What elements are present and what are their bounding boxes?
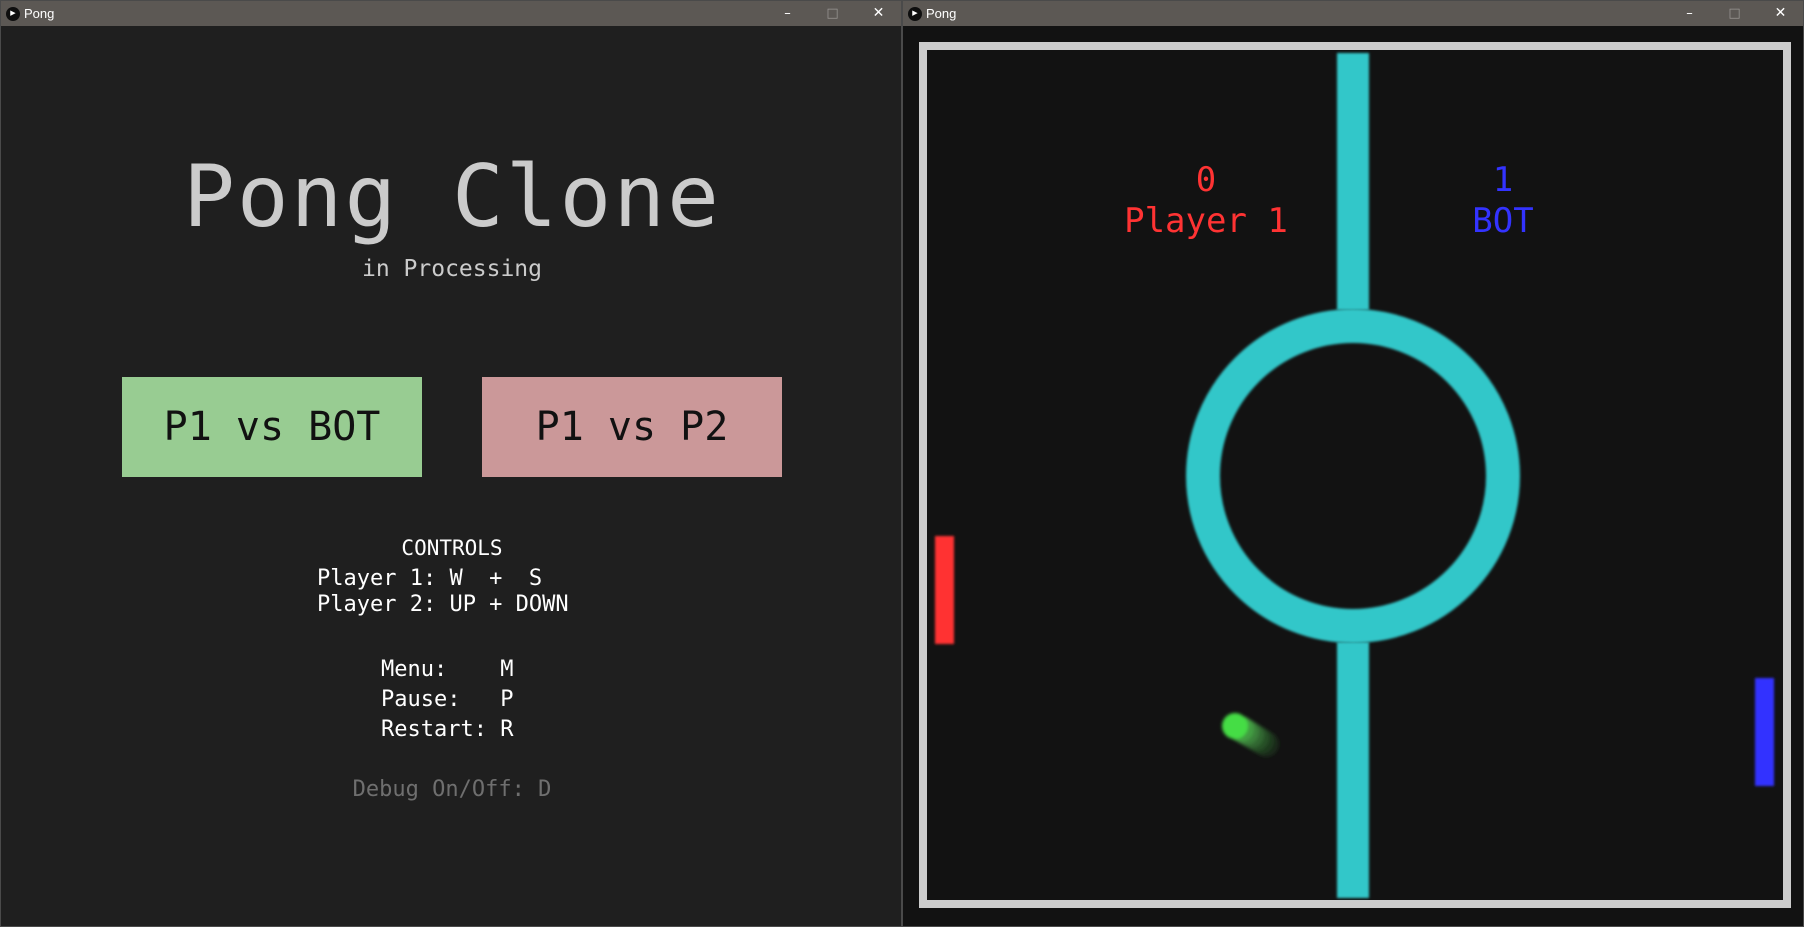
game-subtitle: in Processing <box>361 256 542 282</box>
player1-name: Player 1 <box>1124 201 1288 241</box>
maximize-icon[interactable]: □ <box>810 1 855 26</box>
p1-vs-bot-button[interactable]: P1 vs BOT <box>122 377 422 477</box>
game-window: ▶ Pong – □ ✕ 0 Player 1 1 BOT <box>902 0 1804 927</box>
game-window-titlebar[interactable]: ▶ Pong – □ ✕ <box>903 1 1803 26</box>
menu-canvas: Pong Clone in Processing P1 vs BOT P1 vs… <box>1 26 901 926</box>
p1-vs-p2-button[interactable]: P1 vs P2 <box>482 377 782 477</box>
pause-key-hint: Pause: P <box>381 687 514 712</box>
center-circle <box>1186 309 1520 643</box>
player2-controls: Player 2: UP + DOWN <box>317 592 569 617</box>
controls-heading: CONTROLS <box>401 536 503 560</box>
minimize-icon[interactable]: – <box>765 1 810 26</box>
bot-name: BOT <box>1472 201 1534 241</box>
close-icon[interactable]: ✕ <box>1758 1 1803 26</box>
processing-play-icon: ▶ <box>6 7 20 21</box>
player1-paddle <box>935 536 954 644</box>
close-icon[interactable]: ✕ <box>856 1 901 26</box>
center-line-top <box>1337 53 1369 310</box>
player1-controls: Player 1: W + S <box>317 566 543 591</box>
game-canvas: 0 Player 1 1 BOT <box>903 26 1803 926</box>
center-line-bottom <box>1337 642 1369 898</box>
menu-key-hint: Menu: M <box>381 657 514 682</box>
restart-key-hint: Restart: R <box>381 717 514 742</box>
menu-window: ▶ Pong – □ ✕ Pong Clone in Processing P1… <box>0 0 902 927</box>
menu-window-titlebar[interactable]: ▶ Pong – □ ✕ <box>1 1 901 26</box>
ball <box>1222 713 1279 757</box>
window-title: Pong <box>926 6 957 21</box>
player1-score: 0 <box>1195 160 1217 200</box>
maximize-icon[interactable]: □ <box>1712 1 1757 26</box>
game-title: Pong Clone <box>183 147 721 247</box>
bot-score: 1 <box>1492 160 1514 200</box>
window-title: Pong <box>24 6 55 21</box>
minimize-icon[interactable]: – <box>1667 1 1712 26</box>
playfield <box>919 42 1791 908</box>
processing-play-icon: ▶ <box>908 7 922 21</box>
bot-paddle <box>1755 678 1774 786</box>
debug-key-hint: Debug On/Off: D <box>352 777 552 802</box>
